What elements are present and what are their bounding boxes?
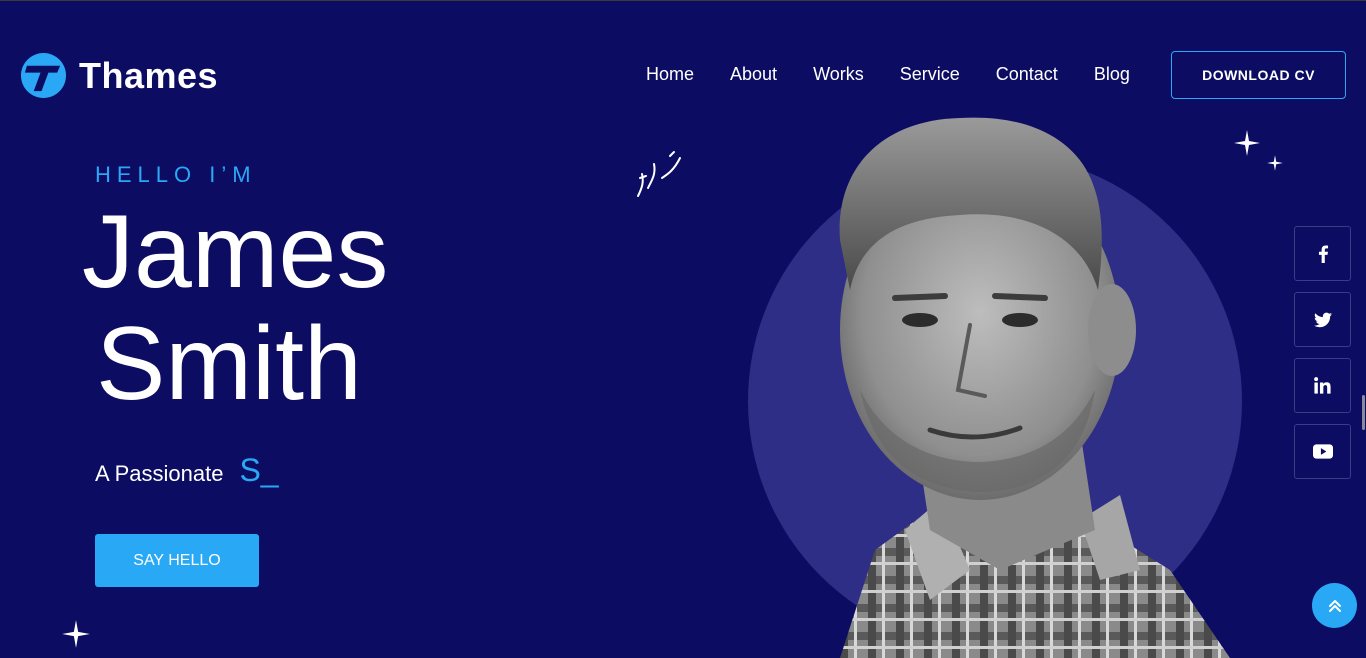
back-to-top-button[interactable] [1312,583,1357,628]
page-scrollbar[interactable] [1362,395,1365,430]
brand-logo[interactable]: Thames [20,52,218,99]
social-links [1294,226,1351,479]
nav-works[interactable]: Works [813,64,864,85]
say-hello-button[interactable]: SAY HELLO [95,534,259,587]
linkedin-icon [1314,377,1331,394]
hero-tagline: A Passionate S_ [95,452,279,489]
linkedin-link[interactable] [1294,358,1351,413]
hero-greeting: HELLO I’M [95,162,257,187]
hero-name-first: James [82,194,389,310]
nav-service[interactable]: Service [900,64,960,85]
main-nav: Home About Works Service Contact Blog [646,64,1130,85]
twitter-link[interactable] [1294,292,1351,347]
nav-about[interactable]: About [730,64,777,85]
small-sparkle-icon [1267,155,1283,171]
top-border-line [0,0,1366,1]
facebook-link[interactable] [1294,226,1351,281]
double-chevron-up-icon [1328,599,1341,612]
brand-name: Thames [79,54,219,96]
hero-name: James Smith [82,196,388,420]
portrait-photo [839,117,1230,658]
twitter-icon [1313,312,1332,327]
youtube-icon [1312,444,1333,459]
doodle-sparkle-icon [637,151,681,197]
thames-logo-icon [20,52,67,99]
nav-blog[interactable]: Blog [1094,64,1130,85]
hero-name-last: Smith [96,306,362,422]
download-cv-button[interactable]: DOWNLOAD CV [1171,51,1346,99]
youtube-link[interactable] [1294,424,1351,479]
nav-home[interactable]: Home [646,64,694,85]
tagline-prefix: A Passionate [95,461,224,486]
tagline-typed-text: S_ [239,452,279,488]
sparkle-icon-bottom [62,620,90,648]
facebook-icon [1318,244,1328,263]
nav-contact[interactable]: Contact [996,64,1058,85]
